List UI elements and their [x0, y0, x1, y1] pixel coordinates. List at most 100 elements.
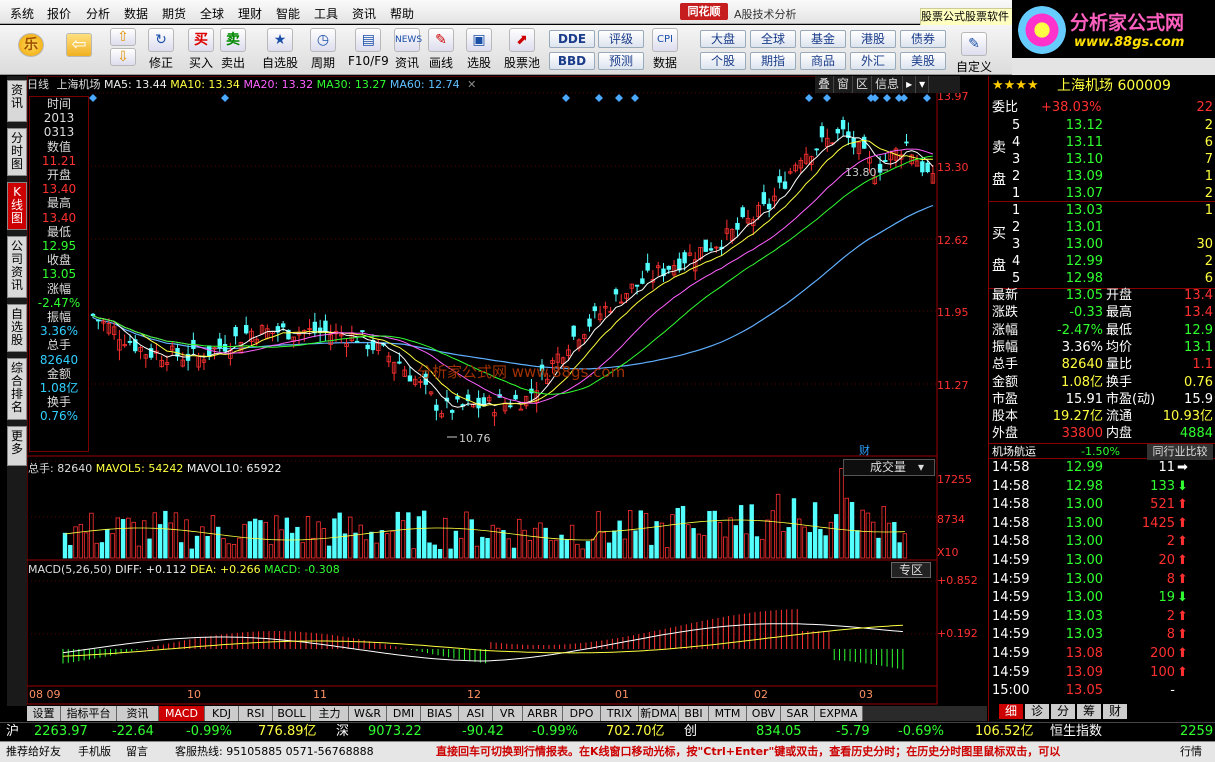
select-stock-button[interactable]: ▣ 选股 — [466, 28, 492, 71]
hk-stock-button[interactable]: 港股 — [850, 30, 896, 48]
menu-analysis[interactable]: 分析 — [86, 5, 110, 22]
period-button[interactable]: ◷ 周期 — [310, 28, 336, 71]
tab-rsi[interactable]: RSI — [239, 706, 273, 721]
watchlist-button[interactable]: ★ 自选股 — [262, 28, 298, 71]
forecast-button[interactable]: 预测 — [598, 52, 644, 70]
select-icon: ▣ — [466, 28, 492, 52]
draw-label: 画线 — [428, 56, 453, 70]
tab-[interactable]: 资讯 — [117, 706, 159, 721]
ad-link[interactable]: 股票公式股票软件 — [920, 8, 1015, 26]
detail-tab[interactable]: 诊 — [1025, 704, 1049, 719]
tab-[interactable]: 设置 — [27, 706, 61, 721]
f10-button[interactable]: ▤ F10/F9 — [348, 28, 389, 68]
data-button[interactable]: CPI 数据 — [652, 28, 678, 71]
home-button[interactable]: 乐 — [18, 33, 44, 59]
volume-bar — [802, 526, 807, 559]
menu-tools[interactable]: 工具 — [314, 5, 338, 22]
market-button[interactable]: 大盘 — [700, 30, 746, 48]
tab-news[interactable]: 资讯 — [7, 80, 27, 122]
us-stock-button[interactable]: 美股 — [900, 52, 946, 70]
tab-boll[interactable]: BOLL — [273, 706, 311, 721]
tab-intraday[interactable]: 分时图 — [7, 128, 27, 176]
volume-bar — [495, 527, 501, 559]
stock-pool-button[interactable]: ⬈ 股票池 — [504, 28, 540, 71]
close-icon[interactable]: ✕ — [467, 78, 476, 91]
tab-vr[interactable]: VR — [493, 706, 523, 721]
stock-button[interactable]: 个股 — [700, 52, 746, 70]
tab-dpo[interactable]: DPO — [563, 706, 601, 721]
recommend-link[interactable]: 推荐给好友 — [6, 742, 61, 762]
chevron-down-icon: ▾ — [918, 460, 925, 474]
tab-ranking[interactable]: 综合排名 — [7, 358, 27, 420]
market-link[interactable]: 行情 — [1180, 742, 1202, 762]
volume-bar — [416, 516, 422, 559]
detail-tab[interactable]: 分 — [1051, 704, 1075, 719]
bond-button[interactable]: 债券 — [900, 30, 946, 48]
window-button[interactable]: 窗 — [834, 76, 854, 93]
tab-[interactable]: 主力 — [311, 706, 349, 721]
info-label: 开盘 — [46, 168, 71, 183]
menu-futures[interactable]: 期货 — [162, 5, 186, 22]
tab-arbr[interactable]: ARBR — [523, 706, 563, 721]
detail-tab[interactable]: 筹 — [1077, 704, 1101, 719]
tab-dmi[interactable]: DMI — [387, 706, 421, 721]
global-button[interactable]: 全球 — [750, 30, 796, 48]
fund-button[interactable]: 基金 — [800, 30, 846, 48]
tab-trix[interactable]: TRIX — [601, 706, 639, 721]
menu-data[interactable]: 数据 — [124, 5, 148, 22]
overlay-button[interactable]: 叠 — [815, 76, 835, 93]
tab-[interactable]: 指标平台 — [61, 706, 117, 721]
bid-row: 2 13.01 — [989, 220, 1215, 236]
region-button[interactable]: 区 — [853, 76, 873, 93]
select-label: 选股 — [466, 56, 491, 70]
news-button[interactable]: NEWS 资讯 — [394, 28, 422, 71]
tab-mtm[interactable]: MTM — [709, 706, 747, 721]
sell-button[interactable]: 卖卖出 — [220, 28, 246, 71]
dde-button[interactable]: DDE — [549, 30, 595, 48]
tab-dma[interactable]: 新DMA — [639, 706, 679, 721]
kline-chart[interactable]: 分析家公式网 www.88gs.com 13.80 10.76 财 13.97 … — [27, 76, 987, 706]
updown-button[interactable]: ⇧ ⇩ — [110, 28, 136, 68]
tab-expma[interactable]: EXPMA — [815, 706, 863, 721]
menu-quote[interactable]: 报价 — [47, 5, 71, 22]
message-link[interactable]: 留言 — [126, 742, 148, 762]
tab-kline[interactable]: K线图 — [7, 182, 27, 230]
back-button[interactable]: ⇦ — [66, 33, 92, 59]
tab-macd[interactable]: MACD — [159, 706, 205, 721]
bbd-button[interactable]: BBD — [549, 52, 595, 70]
tab-bias[interactable]: BIAS — [421, 706, 459, 721]
forex-button[interactable]: 外汇 — [850, 52, 896, 70]
mobile-link[interactable]: 手机版 — [78, 742, 111, 762]
menu-news[interactable]: 资讯 — [352, 5, 376, 22]
tab-kdj[interactable]: KDJ — [205, 706, 239, 721]
custom-button[interactable]: ✎ 自定义 — [956, 32, 992, 75]
tab-bbi[interactable]: BBI — [679, 706, 709, 721]
index-futures-button[interactable]: 期指 — [750, 52, 796, 70]
rating-button[interactable]: 评级 — [598, 30, 644, 48]
tab-company-news[interactable]: 公司资讯 — [7, 236, 27, 298]
menu-finance[interactable]: 理财 — [238, 5, 262, 22]
fix-button[interactable]: ↻ 修正 — [148, 28, 174, 71]
menu-global[interactable]: 全球 — [200, 5, 224, 22]
menu-smart[interactable]: 智能 — [276, 5, 300, 22]
tab-watchlist[interactable]: 自选股 — [7, 304, 27, 352]
menu-system[interactable]: 系统 — [10, 5, 34, 22]
more-dropdown-icon[interactable]: ▾ — [916, 76, 930, 93]
tab-sar[interactable]: SAR — [781, 706, 815, 721]
tab-more[interactable]: 更多 — [7, 426, 27, 466]
info-dropdown-icon[interactable]: ▸ — [903, 76, 917, 93]
volume-selector[interactable]: 成交量 ▾ — [843, 459, 935, 476]
tab-wr[interactable]: W&R — [349, 706, 387, 721]
tab-asi[interactable]: ASI — [459, 706, 493, 721]
detail-tab[interactable]: 财 — [1103, 704, 1127, 719]
commodity-button[interactable]: 商品 — [800, 52, 846, 70]
industry-compare-button[interactable]: 同行业比较 — [1147, 444, 1213, 460]
buy-button[interactable]: 买买入 — [188, 28, 214, 71]
bid-price: 12.98 — [1065, 271, 1103, 286]
tab-obv[interactable]: OBV — [747, 706, 781, 721]
detail-tab[interactable]: 细 — [999, 704, 1023, 719]
menu-help[interactable]: 帮助 — [390, 5, 414, 22]
draw-button[interactable]: ✎ 画线 — [428, 28, 454, 71]
info-button[interactable]: 信息 — [872, 76, 904, 93]
zone-button[interactable]: 专区 — [891, 562, 931, 578]
